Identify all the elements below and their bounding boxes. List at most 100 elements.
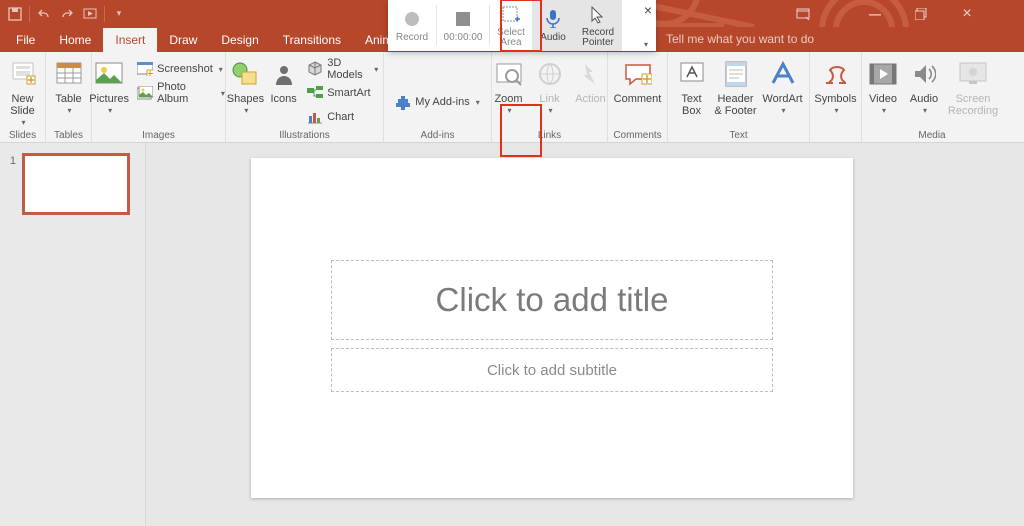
screen-recording-label: Screen Recording (948, 93, 998, 117)
title-placeholder[interactable]: Click to add title (331, 260, 773, 340)
3d-models-label: 3D Models (327, 57, 368, 81)
pictures-button[interactable]: Pictures▾ (88, 54, 130, 117)
link-icon (534, 58, 566, 90)
header-footer-button[interactable]: Header & Footer (714, 54, 758, 117)
icons-icon (268, 58, 300, 90)
audio-button[interactable]: Audio▾ (905, 54, 943, 117)
group-slides-label: Slides (9, 130, 36, 143)
chart-button[interactable]: Chart (303, 106, 382, 128)
shapes-button[interactable]: Shapes▾ (227, 54, 264, 117)
shapes-label: Shapes (227, 93, 264, 105)
screen-recording-button[interactable]: Screen Recording (946, 54, 1000, 117)
new-slide-label: New Slide (10, 93, 34, 117)
comment-icon (622, 58, 654, 90)
smartart-button[interactable]: SmartArt (303, 82, 382, 104)
action-label: Action (575, 93, 606, 105)
record-pointer-label: Record Pointer (582, 28, 614, 48)
tab-insert[interactable]: Insert (103, 28, 157, 52)
quick-access-toolbar: ▾ (0, 5, 128, 23)
group-addins: My Add-ins▾ Add-ins (384, 52, 492, 143)
icons-button[interactable]: Icons (267, 54, 300, 117)
pointer-icon (590, 4, 606, 26)
record-label: Record (396, 32, 428, 43)
group-tables: Table▾ Tables (46, 52, 92, 143)
header-footer-icon (720, 58, 752, 90)
recpane-pin-icon[interactable]: ▾ (644, 40, 648, 49)
tab-file[interactable]: File (4, 28, 47, 52)
group-tables-label: Tables (54, 130, 83, 143)
photo-album-label: Photo Album (157, 81, 215, 105)
slide-thumbnail-preview[interactable] (22, 153, 130, 215)
save-icon[interactable] (6, 5, 24, 23)
zoom-button[interactable]: Zoom▾ (490, 54, 528, 117)
group-symbols: Symbols▾ (810, 52, 862, 143)
title-placeholder-text: Click to add title (436, 281, 669, 319)
smartart-label: SmartArt (327, 87, 370, 99)
record-button[interactable]: Record (388, 0, 436, 51)
video-icon (867, 58, 899, 90)
window-controls: — × (840, 0, 1024, 27)
record-pointer-button[interactable]: Record Pointer (574, 0, 622, 51)
action-icon (575, 58, 607, 90)
table-icon (53, 58, 85, 90)
group-symbols-label (834, 130, 837, 143)
record-icon (404, 8, 420, 30)
my-addins-button[interactable]: My Add-ins▾ (391, 91, 483, 113)
start-from-beginning-icon[interactable] (81, 5, 99, 23)
wordart-button[interactable]: WordArt▾ (761, 54, 805, 117)
slide-thumbnail-1[interactable]: 1 (8, 153, 145, 215)
photo-album-button[interactable]: Photo Album▾ (133, 82, 229, 104)
restore-icon[interactable] (898, 0, 944, 27)
slide-thumbnails-pane[interactable]: 1 (0, 143, 146, 526)
smartart-icon (307, 85, 323, 101)
screenshot-icon (137, 61, 153, 77)
video-button[interactable]: Video▾ (864, 54, 902, 117)
rec-audio-button[interactable]: Audio (532, 0, 574, 51)
text-box-button[interactable]: Text Box (673, 54, 711, 117)
symbols-button[interactable]: Symbols▾ (814, 54, 858, 117)
slide-canvas[interactable]: Click to add title Click to add subtitle (251, 158, 853, 498)
qat-customize-icon[interactable]: ▾ (110, 5, 128, 23)
group-slides: New Slide▾ Slides (0, 52, 46, 143)
shapes-icon (229, 58, 261, 90)
tab-design[interactable]: Design (209, 28, 270, 52)
select-area-button[interactable]: Select Area (490, 0, 532, 51)
comment-button[interactable]: Comment (611, 54, 665, 117)
group-links-label: Links (538, 130, 561, 143)
group-illustrations: Shapes▾ Icons 3D Models▾ SmartArt Chart … (226, 52, 384, 143)
close-icon[interactable]: × (944, 0, 990, 27)
table-button[interactable]: Table▾ (50, 54, 88, 117)
screenshot-button[interactable]: Screenshot▾ (133, 58, 229, 80)
photo-album-icon (137, 85, 153, 101)
my-addins-label: My Add-ins (415, 96, 469, 108)
stop-button[interactable]: 00:00:00 (437, 0, 489, 51)
3d-models-icon (307, 61, 323, 77)
link-button[interactable]: Link▾ (531, 54, 569, 117)
select-area-label: Select Area (497, 28, 525, 48)
subtitle-placeholder[interactable]: Click to add subtitle (331, 348, 773, 392)
slide-stage[interactable]: Click to add title Click to add subtitle (146, 143, 1024, 526)
wordart-icon (767, 58, 799, 90)
ribbon-display-options-icon[interactable] (780, 0, 826, 27)
select-area-icon (502, 4, 520, 26)
work-area: 1 Click to add title Click to add subtit… (0, 143, 1024, 526)
group-media: Video▾ Audio▾ Screen Recording Media (862, 52, 1002, 143)
recpane-close-icon[interactable]: × (644, 2, 652, 18)
3d-models-button[interactable]: 3D Models▾ (303, 58, 382, 80)
subtitle-placeholder-text: Click to add subtitle (487, 362, 617, 379)
audio-label: Audio (910, 93, 938, 105)
tab-transitions[interactable]: Transitions (271, 28, 353, 52)
tab-home[interactable]: Home (47, 28, 103, 52)
tab-draw[interactable]: Draw (157, 28, 209, 52)
new-slide-button[interactable]: New Slide▾ (4, 54, 42, 129)
timer-label: 00:00:00 (444, 32, 483, 43)
tell-me-search[interactable]: Tell me what you want to do (666, 32, 814, 46)
table-label: Table (55, 93, 81, 105)
action-button[interactable]: Action (572, 54, 610, 117)
minimize-icon[interactable]: — (852, 0, 898, 27)
undo-icon[interactable] (35, 5, 53, 23)
redo-icon[interactable] (58, 5, 76, 23)
group-images-label: Images (142, 130, 175, 143)
group-media-label: Media (918, 130, 945, 143)
chart-label: Chart (327, 111, 354, 123)
